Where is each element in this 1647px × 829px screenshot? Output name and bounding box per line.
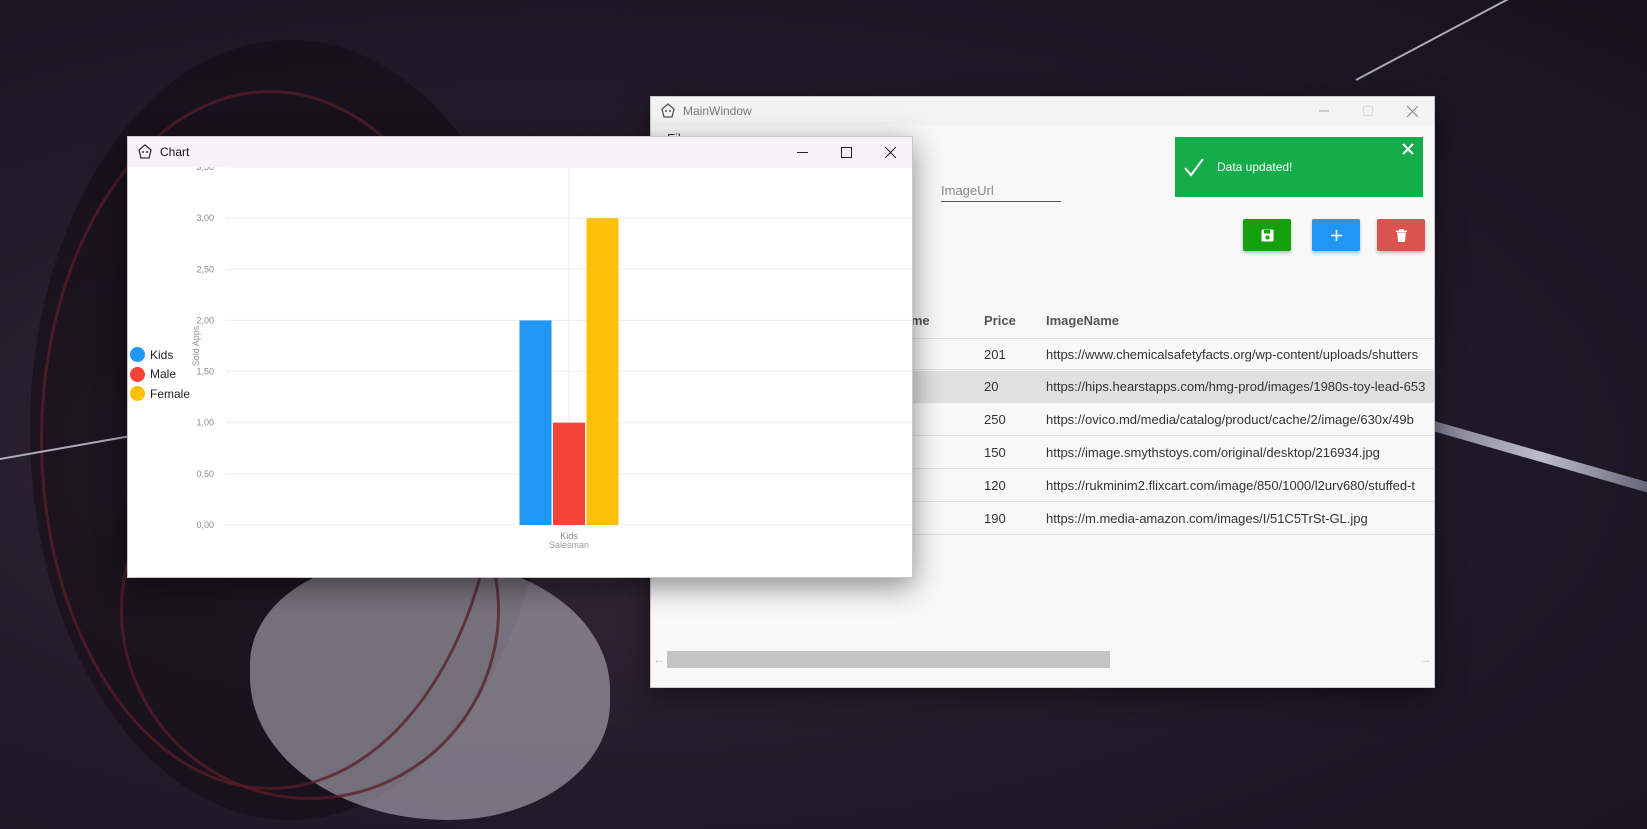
minimize-button[interactable] bbox=[1302, 97, 1346, 125]
x-axis-title: Salesman bbox=[549, 540, 589, 550]
main-titlebar[interactable]: MainWindow bbox=[651, 97, 1434, 125]
toast-message: Data updated! bbox=[1217, 160, 1293, 174]
trash-icon bbox=[1395, 228, 1407, 242]
app-icon bbox=[136, 143, 154, 161]
imagename-cell: https://rukminim2.flixcart.com/image/850… bbox=[1046, 478, 1415, 493]
y-tick-label: 3,50 bbox=[196, 167, 214, 172]
y-axis-title: Sold Apps bbox=[191, 325, 201, 366]
close-icon[interactable] bbox=[1401, 142, 1415, 156]
wallpaper-blade bbox=[1428, 420, 1647, 494]
imagename-cell: https://m.media-amazon.com/images/I/51C5… bbox=[1046, 511, 1368, 526]
y-tick-label: 1,50 bbox=[196, 367, 214, 377]
price-cell: 190 bbox=[984, 511, 1006, 526]
plus-icon bbox=[1330, 229, 1342, 241]
bar-chart: 0,000,501,001,502,002,503,003,50KidsSale… bbox=[191, 167, 912, 550]
wallpaper-line bbox=[1355, 0, 1613, 81]
price-cell: 150 bbox=[984, 445, 1006, 460]
column-header-price[interactable]: Price bbox=[984, 304, 1016, 338]
delete-button[interactable] bbox=[1377, 219, 1425, 251]
y-tick-label: 2,00 bbox=[196, 315, 214, 325]
notification-toast: Data updated! bbox=[1175, 137, 1423, 197]
close-button[interactable] bbox=[868, 137, 912, 167]
add-button[interactable] bbox=[1312, 219, 1360, 251]
y-tick-label: 2,50 bbox=[196, 264, 214, 274]
price-cell: 201 bbox=[984, 347, 1006, 362]
column-header-imagename[interactable]: ImageName bbox=[1046, 304, 1119, 338]
y-tick-label: 0,50 bbox=[196, 469, 214, 479]
scrollbar-thumb[interactable] bbox=[667, 651, 1110, 668]
price-cell: 250 bbox=[984, 412, 1006, 427]
y-tick-label: 0,00 bbox=[196, 520, 214, 530]
save-button[interactable] bbox=[1243, 219, 1291, 251]
close-button[interactable] bbox=[1390, 97, 1434, 125]
price-cell: 20 bbox=[984, 379, 999, 394]
chart-titlebar[interactable]: Chart bbox=[128, 137, 912, 167]
chart-window: Chart Kids Male Female 0,00 0,50 1,00 1,50 2… bbox=[127, 136, 913, 578]
minimize-button[interactable] bbox=[780, 137, 824, 167]
image-url-underline bbox=[941, 201, 1061, 202]
y-tick-label: 1,00 bbox=[196, 418, 214, 428]
imagename-cell: https://www.chemicalsafetyfacts.org/wp-c… bbox=[1046, 347, 1419, 362]
bar-male bbox=[553, 422, 585, 525]
imagename-cell: https://ovico.md/media/catalog/product/c… bbox=[1046, 412, 1414, 427]
imagename-cell: https://image.smythstoys.com/original/de… bbox=[1046, 445, 1380, 460]
floppy-disk-icon bbox=[1261, 229, 1273, 241]
maximize-button[interactable] bbox=[824, 137, 868, 167]
price-cell: 120 bbox=[984, 478, 1006, 493]
horizontal-scrollbar[interactable]: ← → bbox=[651, 650, 1434, 668]
window-title: MainWindow bbox=[683, 104, 752, 118]
scroll-left-icon[interactable]: ← bbox=[651, 651, 667, 668]
scroll-right-icon[interactable]: → bbox=[1418, 651, 1434, 668]
window-title: Chart bbox=[160, 145, 190, 159]
y-tick-label: 3,00 bbox=[196, 213, 214, 223]
app-icon bbox=[659, 102, 677, 120]
bar-female bbox=[586, 218, 619, 525]
maximize-button[interactable] bbox=[1346, 97, 1390, 125]
imagename-cell: https://hips.hearstapps.com/hmg-prod/ima… bbox=[1046, 379, 1426, 394]
bar-kids bbox=[519, 320, 552, 525]
checkmark-icon bbox=[1184, 158, 1204, 177]
image-url-field[interactable]: ImageUrl bbox=[941, 183, 994, 198]
